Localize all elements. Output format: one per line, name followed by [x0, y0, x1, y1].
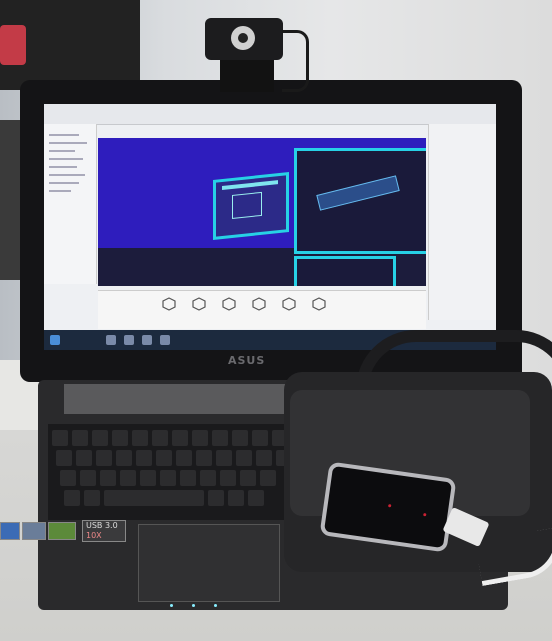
usb-sticker-sub: 10X [86, 531, 102, 540]
unity-asset-icon [222, 297, 236, 311]
scene-object [316, 175, 400, 211]
usb-sticker: USB 3.0 10X [82, 520, 126, 542]
taskbar-app-icon [142, 335, 152, 345]
unity-asset-icon [312, 297, 326, 311]
status-leds [170, 604, 250, 608]
unity-asset-icon [252, 297, 266, 311]
panel-title-bar [222, 180, 278, 191]
start-icon [50, 335, 60, 345]
unity-asset-icon [162, 297, 176, 311]
scene-menu-panel [213, 172, 289, 240]
webcam [205, 18, 283, 60]
red-object [0, 25, 26, 65]
editor-menubar [44, 104, 496, 125]
editor-scene-view [98, 138, 426, 286]
panel-image [232, 191, 262, 219]
nvidia-sticker [48, 522, 76, 540]
editor-hierarchy-panel [44, 124, 97, 284]
unity-asset-icon [192, 297, 206, 311]
touchpad [138, 524, 280, 602]
taskbar-app-icon [124, 335, 134, 345]
taskbar-app-icon [160, 335, 170, 345]
editor-project-panel [98, 290, 426, 329]
intel-sticker [0, 522, 20, 540]
laptop-screen [44, 104, 496, 350]
webcam-lens-center [238, 33, 248, 43]
webcam-mount [220, 58, 274, 92]
usb-sticker-label: USB 3.0 [86, 521, 118, 530]
scene-large-panel [294, 148, 426, 254]
windows-sticker [22, 522, 46, 540]
scene-lower-panel [294, 256, 396, 286]
asus-logo: ASUS [228, 354, 266, 367]
unity-asset-icon [282, 297, 296, 311]
webcam-cable [282, 30, 309, 92]
taskbar-app-icon [106, 335, 116, 345]
editor-inspector-panel [428, 124, 496, 320]
